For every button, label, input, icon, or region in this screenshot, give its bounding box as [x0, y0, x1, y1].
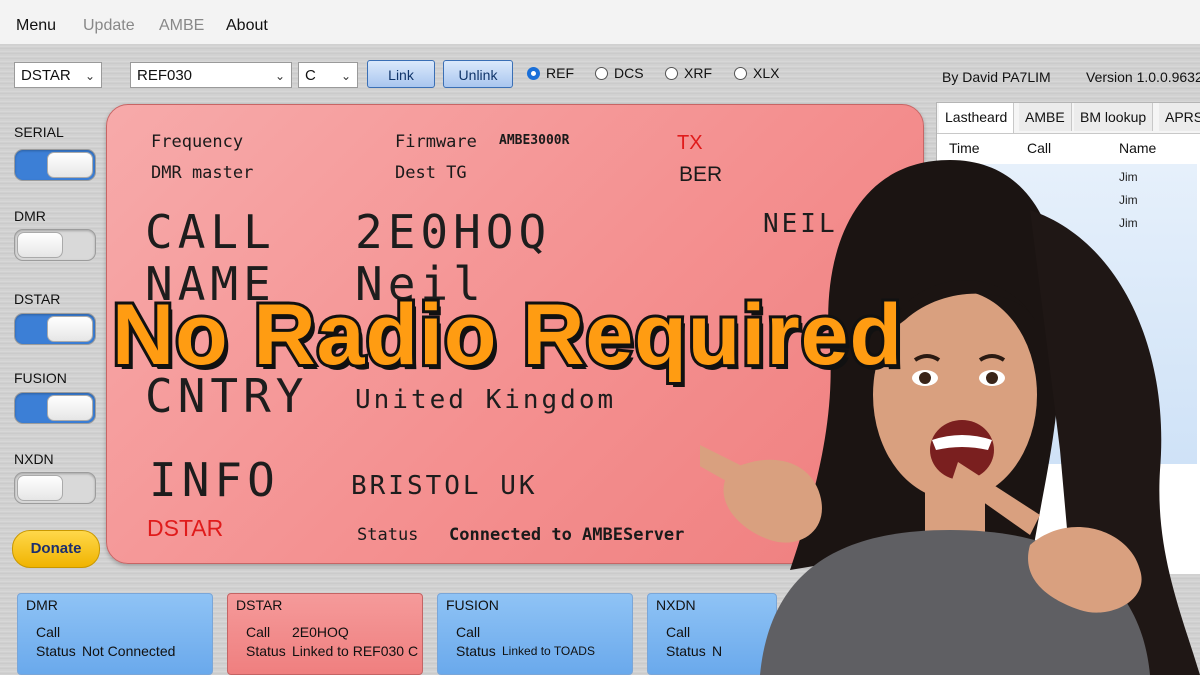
dstar-toggle[interactable] — [14, 313, 96, 345]
donate-button[interactable]: Donate — [12, 530, 100, 568]
dest-tg-label: Dest TG — [395, 163, 467, 183]
status-label: Status — [357, 525, 419, 545]
card-call-value: 2E0HOQ — [292, 624, 349, 640]
radio-ref-label: REF — [546, 65, 574, 81]
card-call-label: Call — [246, 624, 271, 640]
tab-aprs[interactable]: APRS — [1159, 103, 1200, 131]
module-select-value: C — [305, 67, 316, 84]
card-call-label: Call — [666, 624, 691, 640]
card-title: DSTAR — [236, 597, 283, 613]
tab-bm-lookup[interactable]: BM lookup — [1074, 103, 1154, 131]
mode-indicator: DSTAR — [147, 515, 224, 541]
radio-xlx-label: XLX — [753, 65, 780, 81]
call-value: 2E0HOQ — [355, 205, 552, 259]
card-title: DMR — [26, 597, 58, 613]
dstar-label: DSTAR — [14, 291, 61, 307]
dstar-card: DSTAR Call 2E0HOQ Status Linked to REF03… — [227, 593, 423, 675]
nxdn-label: NXDN — [14, 451, 54, 467]
fusion-card: FUSION Call Status Linked to TOADS — [437, 593, 633, 675]
chevron-down-icon: ⌄ — [274, 69, 285, 83]
frequency-label: Frequency — [151, 132, 244, 152]
person-photo — [700, 160, 1200, 675]
radio-empty-icon — [665, 67, 678, 80]
firmware-value: AMBE3000R — [499, 133, 570, 148]
version-label: Version 1.0.0.9632 — [1086, 69, 1200, 85]
card-status-label: Status — [246, 643, 286, 659]
reflector-select[interactable]: REF030 ⌄ — [130, 62, 292, 88]
radio-xrf[interactable]: XRF — [665, 65, 712, 81]
card-status-value: Linked to TOADS — [502, 644, 595, 658]
toggle-knob — [47, 316, 93, 342]
card-status-label: Status — [36, 643, 76, 659]
author-label: By David PA7LIM — [942, 69, 1051, 85]
dmr-toggle[interactable] — [14, 229, 96, 261]
card-title: FUSION — [446, 597, 499, 613]
radio-xrf-label: XRF — [684, 65, 712, 81]
radio-ref[interactable]: REF — [527, 65, 574, 81]
radio-dcs[interactable]: DCS — [595, 65, 644, 81]
card-status-label: Status — [456, 643, 496, 659]
menu-menu[interactable]: Menu — [16, 17, 56, 35]
card-call-label: Call — [456, 624, 481, 640]
link-button[interactable]: Link — [367, 60, 435, 88]
toggle-knob — [47, 395, 93, 421]
status-value: Connected to AMBEServer — [449, 525, 685, 545]
menu-update[interactable]: Update — [83, 17, 135, 35]
serial-label: SERIAL — [14, 124, 64, 140]
card-status-value: Linked to REF030 C — [292, 643, 419, 659]
card-title: NXDN — [656, 597, 696, 613]
info-label: INFO — [149, 453, 280, 507]
radio-empty-icon — [734, 67, 747, 80]
call-label: CALL — [145, 205, 276, 259]
fusion-label: FUSION — [14, 370, 67, 386]
radio-dcs-label: DCS — [614, 65, 644, 81]
radio-selected-icon — [527, 67, 540, 80]
menu-about[interactable]: About — [226, 17, 268, 35]
module-select[interactable]: C ⌄ — [298, 62, 358, 88]
unlink-button[interactable]: Unlink — [443, 60, 513, 88]
toggle-knob — [17, 475, 63, 501]
firmware-label: Firmware — [395, 132, 477, 152]
toggle-knob — [47, 152, 93, 178]
reflector-select-value: REF030 — [137, 67, 193, 84]
dmr-card: DMR Call Status Not Connected — [17, 593, 213, 675]
radio-empty-icon — [595, 67, 608, 80]
serial-toggle[interactable] — [14, 149, 96, 181]
menu-bar: Menu Update AMBE About — [0, 0, 1200, 45]
mode-select[interactable]: DSTAR ⌄ — [14, 62, 102, 88]
dmr-master-label: DMR master — [151, 163, 254, 183]
radio-xlx[interactable]: XLX — [734, 65, 779, 81]
card-status-value: Not Connected — [82, 643, 176, 659]
menu-ambe[interactable]: AMBE — [159, 17, 204, 35]
cntry-value: United Kingdom — [355, 385, 617, 415]
headline-overlay: No Radio Required — [109, 284, 905, 386]
dmr-label: DMR — [14, 208, 46, 224]
card-call-label: Call — [36, 624, 61, 640]
info-value: BRISTOL UK — [351, 471, 538, 501]
chevron-down-icon: ⌄ — [84, 69, 95, 83]
toggle-knob — [17, 232, 63, 258]
nxdn-toggle[interactable] — [14, 472, 96, 504]
tab-lastheard[interactable]: Lastheard — [939, 103, 1015, 133]
tx-indicator: TX — [677, 132, 703, 154]
tab-ambe[interactable]: AMBE — [1019, 103, 1072, 131]
chevron-down-icon: ⌄ — [340, 69, 351, 83]
fusion-toggle[interactable] — [14, 392, 96, 424]
mode-select-value: DSTAR — [21, 67, 71, 84]
